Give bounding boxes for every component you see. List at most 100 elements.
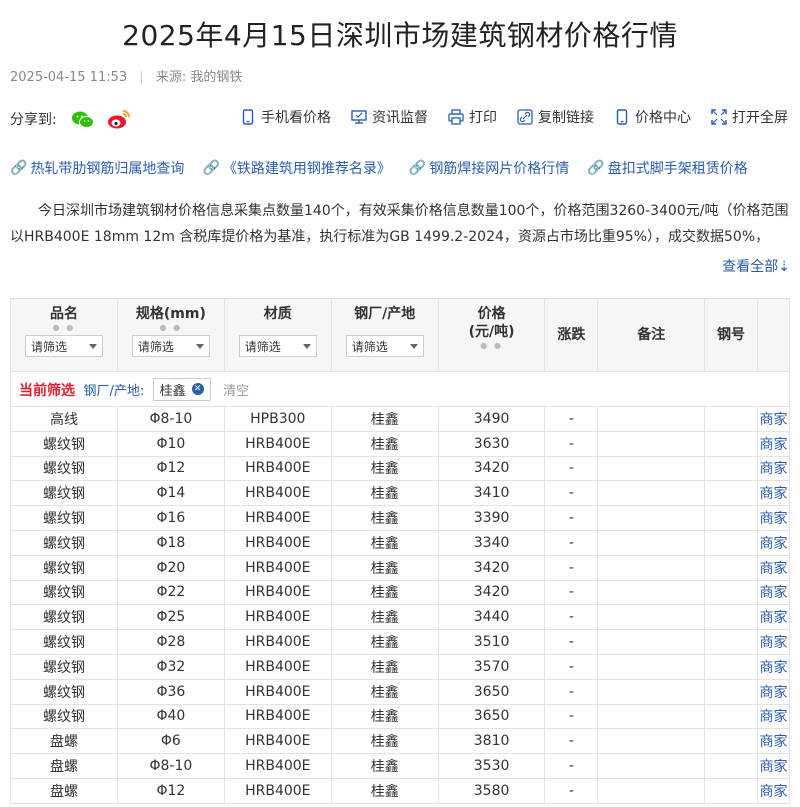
price-center-icon: [616, 109, 628, 125]
related-link[interactable]: 🔗 盘扣式脚手架租赁价格: [587, 158, 747, 178]
current-filter-field: 钢厂/产地:: [83, 383, 145, 399]
weibo-icon[interactable]: [107, 109, 130, 129]
cell-remark: [597, 505, 706, 531]
current-filter-row: 当前筛选 钢厂/产地: 桂鑫 ✕ 清空: [10, 371, 790, 407]
col-change: 涨跌: [544, 298, 599, 372]
cell-steel-no: [704, 554, 758, 581]
cell-merchant[interactable]: 商家: [757, 455, 790, 482]
cell-change: -: [544, 753, 599, 779]
cell-remark: [597, 480, 706, 507]
chevron-down-icon: [88, 343, 97, 349]
mobile-price-button[interactable]: 手机看价格: [240, 107, 331, 127]
fullscreen-button[interactable]: 打开全屏: [711, 107, 788, 127]
cell-price: 3420: [437, 455, 546, 482]
cell-mill: 桂鑫: [330, 455, 439, 482]
cell-material: HRB400E: [223, 579, 332, 606]
cell-price: 3810: [437, 728, 546, 755]
monitor-icon: [351, 110, 367, 124]
view-all-link[interactable]: 查看全部⇣: [722, 256, 790, 276]
cell-remark: [597, 728, 706, 755]
cell-merchant[interactable]: 商家: [757, 529, 790, 556]
cell-product: 螺纹钢: [10, 505, 118, 531]
cell-spec: Φ16: [116, 505, 225, 531]
cell-product: 螺纹钢: [10, 604, 118, 631]
cell-product: 螺纹钢: [10, 480, 118, 507]
cell-merchant[interactable]: 商家: [757, 505, 790, 531]
col-price[interactable]: 价格 (元/吨) ● ●: [437, 298, 546, 372]
wechat-icon[interactable]: [71, 110, 94, 128]
spec-filter-select[interactable]: 请筛选: [131, 335, 210, 357]
mobile-price-label: 手机看价格: [261, 110, 331, 126]
related-link-text: 盘扣式脚手架租赁价格: [607, 161, 748, 177]
cell-spec: Φ18: [116, 529, 225, 556]
cell-merchant[interactable]: 商家: [757, 430, 790, 457]
cell-remark: [597, 753, 706, 779]
cell-remark: [597, 529, 706, 556]
material-filter-select[interactable]: 请筛选: [238, 335, 317, 357]
cell-material: HRB400E: [223, 455, 332, 482]
cell-steel-no: [704, 753, 758, 779]
cell-merchant[interactable]: 商家: [757, 753, 790, 779]
table-row: 螺纹钢 Φ16 HRB400E 桂鑫 3390- 商家: [10, 505, 790, 531]
cell-mill: 桂鑫: [330, 406, 439, 432]
cell-merchant[interactable]: 商家: [757, 728, 790, 755]
table-row: 螺纹钢 Φ22 HRB400E 桂鑫 3420- 商家: [10, 579, 790, 606]
cell-steel-no: [704, 728, 758, 755]
mill-filter-select[interactable]: 请筛选: [345, 335, 424, 357]
cell-steel-no: [704, 653, 758, 680]
cell-merchant[interactable]: 商家: [757, 678, 790, 705]
filter-tag-value: 桂鑫: [159, 383, 186, 399]
table-row: 螺纹钢 Φ40 HRB400E 桂鑫 3650- 商家: [10, 703, 790, 730]
cell-material: HRB400E: [223, 678, 332, 705]
cell-mill: 桂鑫: [330, 505, 439, 531]
news-monitor-button[interactable]: 资讯监督: [351, 107, 428, 127]
chevron-down-icon: [302, 343, 311, 349]
cell-spec: Φ6: [116, 728, 225, 755]
cell-remark: [597, 554, 706, 581]
article-meta: 2025-04-15 11:53 | 来源: 我的钢铁: [10, 66, 242, 85]
price-center-button[interactable]: 价格中心: [614, 107, 691, 127]
cell-merchant[interactable]: 商家: [757, 604, 790, 631]
table-row: 螺纹钢 Φ18 HRB400E 桂鑫 3340- 商家: [10, 529, 790, 556]
cell-price: 3510: [437, 629, 546, 655]
close-icon[interactable]: ✕: [191, 383, 204, 395]
cell-material: HRB400E: [223, 505, 332, 531]
cell-merchant[interactable]: 商家: [757, 579, 790, 606]
cell-mill: 桂鑫: [330, 604, 439, 631]
cell-merchant[interactable]: 商家: [757, 777, 790, 804]
cell-price: 3410: [437, 480, 546, 507]
cell-change: -: [544, 728, 599, 755]
copy-link-button[interactable]: 复制链接: [517, 107, 594, 127]
source-label: 来源:: [155, 70, 187, 85]
related-link[interactable]: 🔗 《铁路建筑用钢推荐名录》: [202, 158, 390, 178]
filter-tag[interactable]: 桂鑫 ✕: [152, 377, 211, 401]
cell-steel-no: [704, 430, 758, 457]
cell-merchant[interactable]: 商家: [757, 406, 790, 432]
cell-material: HRB400E: [223, 430, 332, 457]
cell-mill: 桂鑫: [330, 653, 439, 680]
intro-paragraph: 今日深圳市场建筑钢材价格信息采集点数量140个，有效采集价格信息数量100个，价…: [10, 203, 789, 245]
cell-mill: 桂鑫: [330, 753, 439, 779]
cell-price: 3650: [437, 703, 546, 730]
related-link[interactable]: 🔗 热轧带肋钢筋归属地查询: [10, 158, 184, 178]
cell-steel-no: [704, 529, 758, 556]
cell-steel-no: [704, 579, 758, 606]
cell-merchant[interactable]: 商家: [757, 480, 790, 507]
cell-merchant[interactable]: 商家: [757, 703, 790, 730]
clear-filter-button[interactable]: 清空: [223, 384, 249, 399]
cell-material: HRB400E: [223, 753, 332, 779]
cell-spec: Φ22: [116, 579, 225, 606]
print-button[interactable]: 打印: [448, 107, 497, 127]
cell-merchant[interactable]: 商家: [757, 554, 790, 581]
cell-material: HRB400E: [223, 728, 332, 755]
table-row: 盘螺 Φ8-10 HRB400E 桂鑫 3530- 商家: [10, 753, 790, 779]
link-icon: 🔗: [202, 160, 220, 176]
cell-merchant[interactable]: 商家: [757, 629, 790, 655]
product-filter-select[interactable]: 请筛选: [24, 335, 103, 357]
related-link[interactable]: 🔗 钢筋焊接网片价格行情: [409, 158, 569, 178]
cell-spec: Φ12: [116, 777, 225, 804]
cell-merchant[interactable]: 商家: [757, 653, 790, 680]
cell-steel-no: [704, 604, 758, 631]
table-row: 螺纹钢 Φ12 HRB400E 桂鑫 3420- 商家: [10, 455, 790, 482]
chevron-down-icon: [409, 343, 418, 349]
